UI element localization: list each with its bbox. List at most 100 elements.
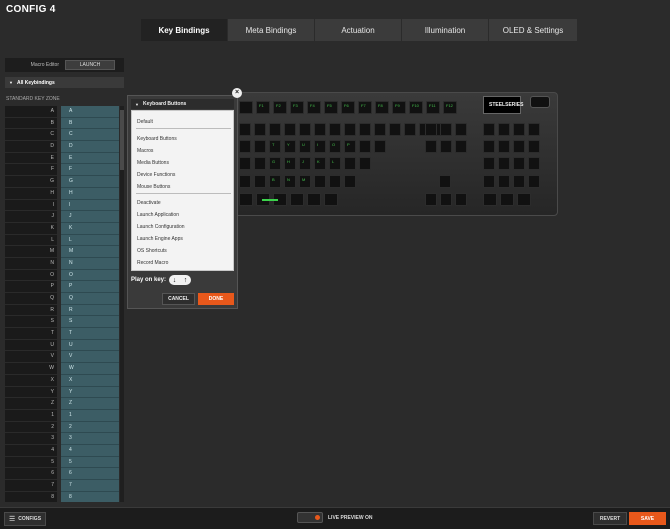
- keyboard-key[interactable]: F8: [375, 101, 389, 114]
- keyboard-key[interactable]: F12: [443, 101, 457, 114]
- row-binding-value[interactable]: Y: [61, 386, 119, 399]
- keyboard-key[interactable]: [359, 140, 371, 153]
- keyboard-key[interactable]: [528, 140, 540, 153]
- keyboard-key[interactable]: [314, 123, 326, 136]
- table-row[interactable]: 88: [5, 491, 119, 502]
- table-row[interactable]: 55: [5, 456, 119, 469]
- keyboard-key[interactable]: B: [269, 175, 281, 188]
- keyboard-key[interactable]: [299, 123, 311, 136]
- menu-item-deactivate[interactable]: Deactivate: [137, 200, 161, 206]
- tab-oled-settings[interactable]: OLED & Settings: [489, 19, 577, 41]
- table-row[interactable]: 66: [5, 468, 119, 480]
- keyboard-key[interactable]: I: [314, 140, 326, 153]
- row-binding-value[interactable]: 1: [61, 409, 119, 422]
- keyboard-key[interactable]: [307, 193, 321, 206]
- keyboard-key[interactable]: F11: [426, 101, 440, 114]
- keyboard-key[interactable]: [329, 123, 341, 136]
- keyboard-key[interactable]: [290, 193, 304, 206]
- table-row[interactable]: EE: [5, 152, 119, 165]
- table-row[interactable]: GG: [5, 176, 119, 188]
- keyboard-key[interactable]: [513, 140, 525, 153]
- table-row[interactable]: SS: [5, 316, 119, 329]
- row-binding-value[interactable]: K: [61, 222, 119, 235]
- row-binding-value[interactable]: G: [61, 176, 119, 188]
- table-row[interactable]: TT: [5, 328, 119, 340]
- table-row[interactable]: QQ: [5, 293, 119, 305]
- menu-item-launch-application[interactable]: Launch Application: [137, 212, 179, 218]
- row-binding-value[interactable]: 8: [61, 491, 119, 502]
- tab-key-bindings[interactable]: Key Bindings: [141, 19, 227, 41]
- keyboard-key[interactable]: [329, 175, 341, 188]
- keyboard-key[interactable]: [513, 123, 525, 136]
- table-row[interactable]: VV: [5, 351, 119, 364]
- configs-button[interactable]: ☰ CONFIGS: [4, 512, 46, 526]
- launch-button[interactable]: LAUNCH: [65, 60, 115, 70]
- keyboard-key[interactable]: [455, 140, 467, 153]
- keyboard-key[interactable]: [239, 175, 251, 188]
- table-row[interactable]: KK: [5, 222, 119, 235]
- keyboard-key[interactable]: F4: [307, 101, 321, 114]
- keyboard-key[interactable]: [425, 140, 437, 153]
- table-row[interactable]: JJ: [5, 211, 119, 223]
- table-row[interactable]: OO: [5, 269, 119, 282]
- keyboard-key[interactable]: F1: [256, 101, 270, 114]
- keyboard-key[interactable]: [440, 123, 452, 136]
- row-binding-value[interactable]: N: [61, 257, 119, 270]
- keyboard-key[interactable]: [239, 140, 251, 153]
- keyboard-key[interactable]: [483, 175, 495, 188]
- keyboard-key[interactable]: [425, 123, 437, 136]
- keyboard-key[interactable]: [498, 123, 510, 136]
- table-row[interactable]: BB: [5, 117, 119, 130]
- row-binding-value[interactable]: X: [61, 374, 119, 387]
- row-binding-value[interactable]: R: [61, 304, 119, 317]
- close-icon[interactable]: ×: [232, 88, 242, 98]
- keyboard-key[interactable]: [498, 140, 510, 153]
- keyboard-key[interactable]: [324, 193, 338, 206]
- keyboard-key[interactable]: [517, 193, 531, 206]
- row-binding-value[interactable]: O: [61, 269, 119, 282]
- tab-meta-bindings[interactable]: Meta Bindings: [228, 19, 314, 41]
- keyboard-key[interactable]: J: [299, 157, 311, 170]
- keyboard-key[interactable]: [284, 123, 296, 136]
- keyboard-key[interactable]: [239, 101, 253, 114]
- table-row[interactable]: LL: [5, 234, 119, 247]
- keyboard-key[interactable]: [239, 157, 251, 170]
- row-binding-value[interactable]: H: [61, 187, 119, 200]
- table-row[interactable]: YY: [5, 386, 119, 399]
- keyboard-key[interactable]: [483, 193, 497, 206]
- menu-item-macros[interactable]: Macros: [137, 148, 153, 154]
- menu-item-record-macro[interactable]: Record Macro: [137, 260, 168, 266]
- list-scrollbar-thumb[interactable]: [120, 110, 124, 170]
- menu-item-device-functions[interactable]: Device Functions: [137, 172, 175, 178]
- keyboard-key[interactable]: [440, 140, 452, 153]
- row-binding-value[interactable]: 4: [61, 444, 119, 457]
- menu-item-mouse-buttons[interactable]: Mouse Buttons: [137, 184, 170, 190]
- table-row[interactable]: AA: [5, 106, 119, 118]
- keyboard-key[interactable]: [314, 175, 326, 188]
- keyboard-key[interactable]: [513, 157, 525, 170]
- keyboard-key[interactable]: [239, 193, 253, 206]
- table-row[interactable]: NN: [5, 257, 119, 270]
- row-binding-value[interactable]: D: [61, 141, 119, 153]
- row-binding-value[interactable]: 7: [61, 480, 119, 492]
- keyboard-key[interactable]: L: [329, 157, 341, 170]
- keyboard-key[interactable]: F10: [409, 101, 423, 114]
- table-row[interactable]: ZZ: [5, 398, 119, 410]
- keyboard-key[interactable]: [254, 175, 266, 188]
- row-binding-value[interactable]: J: [61, 211, 119, 223]
- table-row[interactable]: UU: [5, 339, 119, 352]
- keyboard-key[interactable]: [528, 123, 540, 136]
- row-binding-value[interactable]: F: [61, 164, 119, 177]
- keyboard-key[interactable]: [440, 193, 452, 206]
- keyboard-key[interactable]: [455, 193, 467, 206]
- keyboard-key[interactable]: F5: [324, 101, 338, 114]
- keyboard-key[interactable]: G: [269, 157, 281, 170]
- table-row[interactable]: PP: [5, 281, 119, 293]
- keyboard-key[interactable]: [254, 157, 266, 170]
- keyboard-key[interactable]: [483, 140, 495, 153]
- keyboard-key[interactable]: P: [344, 140, 356, 153]
- keyboard-key[interactable]: K: [314, 157, 326, 170]
- keyboard-key[interactable]: [344, 157, 356, 170]
- keyboard-key[interactable]: [269, 123, 281, 136]
- menu-item-default[interactable]: Default: [137, 119, 153, 125]
